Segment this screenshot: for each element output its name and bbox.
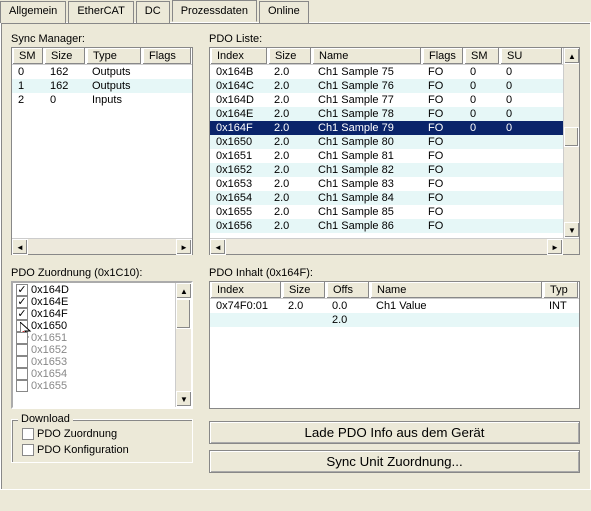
scroll-left-icon[interactable]: ◄ bbox=[12, 239, 28, 255]
chk-label: PDO Zuordnung bbox=[37, 428, 117, 440]
table-row[interactable]: 0x16512.0Ch1 Sample 81FO bbox=[210, 149, 563, 163]
col-size[interactable]: Size bbox=[268, 48, 312, 64]
sync-manager-label: Sync Manager: bbox=[11, 33, 193, 45]
list-item-label: 0x1652 bbox=[31, 344, 67, 356]
list-item[interactable]: 0x164D bbox=[14, 284, 174, 296]
scroll-up-icon[interactable]: ▲ bbox=[564, 48, 579, 64]
table-row[interactable]: 0x164B2.0Ch1 Sample 75FO00 bbox=[210, 65, 563, 79]
list-item[interactable]: 0x1650 bbox=[14, 320, 174, 332]
col-index[interactable]: Index bbox=[210, 48, 268, 64]
scroll-right-icon[interactable]: ► bbox=[547, 239, 563, 255]
list-item-label: 0x1654 bbox=[31, 368, 67, 380]
checkbox-icon[interactable] bbox=[16, 308, 28, 320]
col-type[interactable]: Type bbox=[86, 48, 142, 64]
tab-allgemein[interactable]: Allgemein bbox=[0, 1, 66, 23]
pdo-liste-label: PDO Liste: bbox=[209, 33, 580, 45]
table-row[interactable]: 0x16562.0Ch1 Sample 86FO bbox=[210, 219, 563, 233]
list-item[interactable]: 0x164E bbox=[14, 296, 174, 308]
table-row[interactable]: 0x74F0:012.00.0Ch1 ValueINT bbox=[210, 299, 579, 313]
table-row[interactable]: 20Inputs bbox=[12, 93, 192, 107]
col-size[interactable]: Size bbox=[44, 48, 86, 64]
pdo-inhalt-label: PDO Inhalt (0x164F): bbox=[209, 267, 580, 279]
pdo-inhalt-list[interactable]: Index Size Offs Name Typ 0x74F0:012.00.0… bbox=[209, 281, 580, 409]
tab-online[interactable]: Online bbox=[259, 1, 309, 23]
table-row[interactable]: 2.0 bbox=[210, 313, 579, 327]
col-name[interactable]: Name bbox=[370, 282, 543, 298]
table-row[interactable]: 0x16542.0Ch1 Sample 84FO bbox=[210, 191, 563, 205]
chk-pdo-zuordnung[interactable]: PDO Zuordnung bbox=[20, 428, 184, 440]
col-flags[interactable]: Flags bbox=[142, 48, 192, 64]
list-item[interactable]: 0x1655 bbox=[14, 380, 174, 392]
scroll-right-icon[interactable]: ► bbox=[176, 239, 192, 255]
list-item[interactable]: 0x1654 bbox=[14, 368, 174, 380]
pdo-liste[interactable]: Index Size Name Flags SM SU 0x164B2.0Ch1… bbox=[209, 47, 580, 255]
col-size[interactable]: Size bbox=[282, 282, 326, 298]
table-row[interactable]: 1162Outputs bbox=[12, 79, 192, 93]
col-typ[interactable]: Typ bbox=[543, 282, 579, 298]
scrollbar-h[interactable]: ◄ ► bbox=[12, 238, 192, 254]
scroll-up-icon[interactable]: ▲ bbox=[176, 283, 192, 299]
col-index[interactable]: Index bbox=[210, 282, 282, 298]
list-item-label: 0x1653 bbox=[31, 356, 67, 368]
checkbox-icon[interactable] bbox=[16, 356, 28, 368]
pdo-zuordnung-label: PDO Zuordnung (0x1C10): bbox=[11, 267, 193, 279]
list-item-label: 0x164F bbox=[31, 308, 68, 320]
col-sm[interactable]: SM bbox=[464, 48, 500, 64]
table-row[interactable]: 0x164F2.0Ch1 Sample 79FO00 bbox=[210, 121, 563, 135]
sync-manager-list[interactable]: SM Size Type Flags 0162Outputs1162Output… bbox=[11, 47, 193, 255]
list-item-label: 0x164D bbox=[31, 284, 69, 296]
list-item[interactable]: 0x164F bbox=[14, 308, 174, 320]
checkbox-icon[interactable] bbox=[16, 320, 28, 332]
scroll-down-icon[interactable]: ▼ bbox=[564, 222, 579, 238]
sync-unit-button[interactable]: Sync Unit Zuordnung... bbox=[209, 450, 580, 473]
scrollbar-v[interactable]: ▲ ▼ bbox=[175, 283, 191, 407]
list-item-label: 0x1650 bbox=[31, 320, 67, 332]
table-row[interactable]: 0x16532.0Ch1 Sample 83FO bbox=[210, 177, 563, 191]
checkbox-icon[interactable] bbox=[16, 344, 28, 356]
download-title: Download bbox=[18, 413, 73, 425]
table-row[interactable]: 0x16502.0Ch1 Sample 80FO bbox=[210, 135, 563, 149]
tab-dc[interactable]: DC bbox=[136, 1, 170, 23]
list-item[interactable]: 0x1652 bbox=[14, 344, 174, 356]
pdo-zuordnung-list[interactable]: 0x164D0x164E0x164F0x16500x16510x16520x16… bbox=[11, 281, 193, 409]
scrollbar-v[interactable]: ▲ ▼ bbox=[563, 48, 579, 238]
table-row[interactable]: 0x16522.0Ch1 Sample 82FO bbox=[210, 163, 563, 177]
scroll-down-icon[interactable]: ▼ bbox=[176, 391, 192, 407]
download-group: Download PDO Zuordnung PDO Konfiguration bbox=[11, 419, 193, 463]
chk-label: PDO Konfiguration bbox=[37, 444, 129, 456]
table-row[interactable]: 0162Outputs bbox=[12, 65, 192, 79]
col-sm[interactable]: SM bbox=[12, 48, 44, 64]
col-name[interactable]: Name bbox=[312, 48, 422, 64]
col-flags[interactable]: Flags bbox=[422, 48, 464, 64]
table-row[interactable]: 0x16552.0Ch1 Sample 85FO bbox=[210, 205, 563, 219]
checkbox-icon[interactable] bbox=[16, 332, 28, 344]
list-item-label: 0x1655 bbox=[31, 380, 67, 392]
table-row[interactable]: 0x164D2.0Ch1 Sample 77FO00 bbox=[210, 93, 563, 107]
list-item-label: 0x164E bbox=[31, 296, 68, 308]
list-item-label: 0x1651 bbox=[31, 332, 67, 344]
chk-pdo-konfiguration[interactable]: PDO Konfiguration bbox=[20, 444, 184, 456]
table-row[interactable]: 0x164E2.0Ch1 Sample 78FO00 bbox=[210, 107, 563, 121]
tab-prozessdaten[interactable]: Prozessdaten bbox=[172, 0, 257, 22]
checkbox-icon[interactable] bbox=[16, 284, 28, 296]
checkbox-icon[interactable] bbox=[16, 296, 28, 308]
tab-ethercat[interactable]: EtherCAT bbox=[68, 1, 133, 23]
checkbox-icon[interactable] bbox=[22, 444, 34, 456]
checkbox-icon[interactable] bbox=[16, 368, 28, 380]
checkbox-icon[interactable] bbox=[16, 380, 28, 392]
col-offs[interactable]: Offs bbox=[326, 282, 370, 298]
col-su[interactable]: SU bbox=[500, 48, 563, 64]
checkbox-icon[interactable] bbox=[22, 428, 34, 440]
scrollbar-h[interactable]: ◄ ► bbox=[210, 238, 579, 254]
list-item[interactable]: 0x1651 bbox=[14, 332, 174, 344]
load-pdo-button[interactable]: Lade PDO Info aus dem Gerät bbox=[209, 421, 580, 444]
tab-bar: Allgemein EtherCAT DC Prozessdaten Onlin… bbox=[0, 0, 591, 23]
list-item[interactable]: 0x1653 bbox=[14, 356, 174, 368]
table-row[interactable]: 0x164C2.0Ch1 Sample 76FO00 bbox=[210, 79, 563, 93]
scroll-left-icon[interactable]: ◄ bbox=[210, 239, 226, 255]
